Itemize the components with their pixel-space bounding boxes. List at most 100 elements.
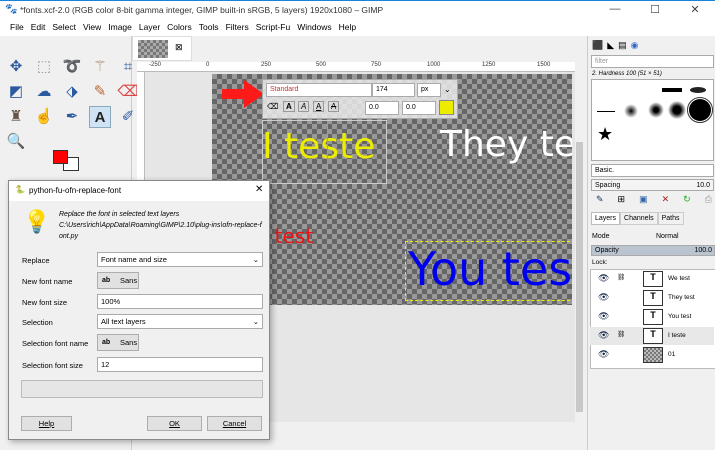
warp-tool-icon[interactable]: ☁ xyxy=(33,81,55,103)
selection-font-name-value: Sans xyxy=(120,338,138,347)
rect-select-tool-icon[interactable]: ⬚ xyxy=(33,56,55,78)
minimize-button[interactable]: — xyxy=(600,3,630,15)
text-layer-icon: T xyxy=(643,290,663,306)
tab-paths[interactable]: Paths xyxy=(657,212,684,225)
visibility-eye-icon[interactable]: 👁 xyxy=(598,273,609,284)
menu-edit[interactable]: Edit xyxy=(29,19,51,36)
menu-filters[interactable]: Filters xyxy=(224,19,254,36)
menu-image[interactable]: Image xyxy=(106,19,137,36)
font-size-field[interactable]: 174 xyxy=(372,83,415,97)
menu-help[interactable]: Help xyxy=(337,19,361,36)
chain-icon[interactable]: ⛓ xyxy=(617,330,625,338)
menu-script-fu[interactable]: Script-Fu xyxy=(254,19,295,36)
replace-select[interactable]: Font name and size ⌄ xyxy=(97,252,263,267)
clear-style-icon[interactable]: ⌫ xyxy=(267,102,278,111)
brush-grid[interactable]: ★ xyxy=(591,79,714,161)
window-title: *fonts.xcf-2.0 (RGB color 8-bit gamma in… xyxy=(20,5,384,15)
clone-tool-icon[interactable]: ♜ xyxy=(5,106,27,128)
eraser-tool-icon[interactable]: ⌫ xyxy=(117,81,139,103)
open-brush-as-image-icon[interactable]: ⎙ xyxy=(705,194,712,205)
paths-tool-icon[interactable]: ✒ xyxy=(61,106,83,128)
menu-tools[interactable]: Tools xyxy=(197,19,224,36)
foreground-color-swatch[interactable] xyxy=(53,150,68,164)
opacity-slider[interactable]: Opacity 100.0 xyxy=(591,245,715,256)
duplicate-brush-icon[interactable]: ▣ xyxy=(639,194,648,205)
selection-font-name-button[interactable]: ab Sans xyxy=(97,334,139,351)
underline-icon[interactable]: A xyxy=(313,101,325,112)
chevron-down-icon[interactable]: ⌄ xyxy=(444,85,451,94)
vertical-scrollbar[interactable] xyxy=(575,72,584,422)
mode-select[interactable]: Normal xyxy=(656,233,679,240)
tab-channels[interactable]: Channels xyxy=(620,212,658,225)
italic-icon[interactable]: A xyxy=(298,101,310,112)
tab-layers[interactable]: Layers xyxy=(591,212,621,225)
unified-transform-tool-icon[interactable]: ◩ xyxy=(5,81,27,103)
visibility-eye-icon[interactable]: 👁 xyxy=(598,292,609,303)
cancel-button[interactable]: Cancel xyxy=(207,416,262,431)
text-tool-icon[interactable]: A xyxy=(89,106,111,128)
document-history-tab-icon[interactable]: ◉ xyxy=(631,40,639,51)
move-tool-icon[interactable]: ✥ xyxy=(5,56,27,78)
brushes-tab-icon[interactable]: ⬛ xyxy=(592,40,603,51)
color-picker-tool-icon[interactable]: ✐ xyxy=(117,106,139,128)
zoom-tool-icon[interactable]: 🔍 xyxy=(5,131,27,153)
menu-select[interactable]: Select xyxy=(50,19,81,36)
brush-preset-select[interactable]: Basic. xyxy=(591,164,714,177)
selected-brush[interactable] xyxy=(687,97,713,123)
bold-icon[interactable]: A xyxy=(283,101,295,112)
baseline-field[interactable]: 0.0 xyxy=(365,101,399,115)
refresh-brushes-icon[interactable]: ↻ xyxy=(683,194,691,205)
selection-label: Selection xyxy=(22,318,53,327)
kerning-field[interactable]: 0.0 xyxy=(402,101,436,115)
unit-select[interactable]: px xyxy=(417,83,441,97)
image-thumbnail xyxy=(138,40,168,58)
delete-brush-icon[interactable]: ✕ xyxy=(662,194,670,205)
fonts-tab-icon[interactable]: ▤ xyxy=(618,40,627,51)
selection-font-size-input[interactable]: 12 xyxy=(97,357,263,372)
edit-brush-icon[interactable]: ✎ xyxy=(596,194,604,205)
layer-row-selected[interactable]: 👁 ⛓ T I teste xyxy=(590,327,714,345)
selection-font-name-label: Selection font name xyxy=(22,339,89,348)
brush-name: 2. Hardness 100 (51 × 51) xyxy=(592,71,662,77)
close-tab-icon[interactable]: ⊠ xyxy=(175,42,183,53)
ok-button[interactable]: OK xyxy=(147,416,202,431)
selection-value: All text layers xyxy=(101,317,146,326)
text-color-swatch[interactable] xyxy=(439,100,454,115)
menu-view[interactable]: View xyxy=(81,19,106,36)
paintbrush-tool-icon[interactable]: ✎ xyxy=(89,81,111,103)
spacing-slider[interactable]: Spacing 10.0 xyxy=(591,179,714,191)
dialog-close-button[interactable]: ✕ xyxy=(255,184,263,195)
visibility-eye-icon[interactable]: 👁 xyxy=(598,330,609,341)
visibility-eye-icon[interactable]: 👁 xyxy=(598,311,609,322)
text-layer-i-teste[interactable]: I teste xyxy=(262,126,375,167)
image-tab[interactable]: ⊠ xyxy=(132,36,192,61)
layer-row[interactable]: 👁 T They test xyxy=(590,289,714,307)
menu-layer[interactable]: Layer xyxy=(137,19,165,36)
help-button[interactable]: Help xyxy=(21,416,72,431)
new-font-name-button[interactable]: ab Sans xyxy=(97,272,139,289)
visibility-eye-icon[interactable]: 👁 xyxy=(598,349,609,360)
close-button[interactable]: ✕ xyxy=(680,3,710,16)
smudge-tool-icon[interactable]: ☝ xyxy=(33,106,55,128)
layer-row[interactable]: 👁 T You test xyxy=(590,308,714,326)
strikethrough-icon[interactable]: A xyxy=(328,101,340,112)
fuzzy-select-tool-icon[interactable]: ⚚ xyxy=(89,56,111,78)
lasso-tool-icon[interactable]: ➰ xyxy=(61,56,83,78)
menu-colors[interactable]: Colors xyxy=(165,19,197,36)
cage-tool-icon[interactable]: ⬗ xyxy=(61,81,83,103)
maximize-button[interactable]: ☐ xyxy=(640,3,670,16)
text-layer-you-test[interactable]: You test xyxy=(408,242,572,296)
font-field[interactable]: Standard xyxy=(266,83,372,97)
text-layer-they-test[interactable]: They test xyxy=(440,124,572,165)
menu-windows[interactable]: Windows xyxy=(295,19,336,36)
layer-row[interactable]: 👁 ⛓ T We test xyxy=(590,270,714,288)
new-font-size-input[interactable]: 100% xyxy=(97,294,263,309)
selection-select[interactable]: All text layers ⌄ xyxy=(97,314,263,329)
patterns-tab-icon[interactable]: ◣ xyxy=(607,40,614,51)
lock-label: Lock: xyxy=(592,259,608,266)
chain-icon[interactable]: ⛓ xyxy=(617,273,625,281)
menu-file[interactable]: File xyxy=(8,19,29,36)
brush-filter-input[interactable]: filter xyxy=(591,55,714,68)
new-brush-icon[interactable]: ⊞ xyxy=(618,194,626,205)
layer-row[interactable]: 👁 01 xyxy=(590,346,714,364)
